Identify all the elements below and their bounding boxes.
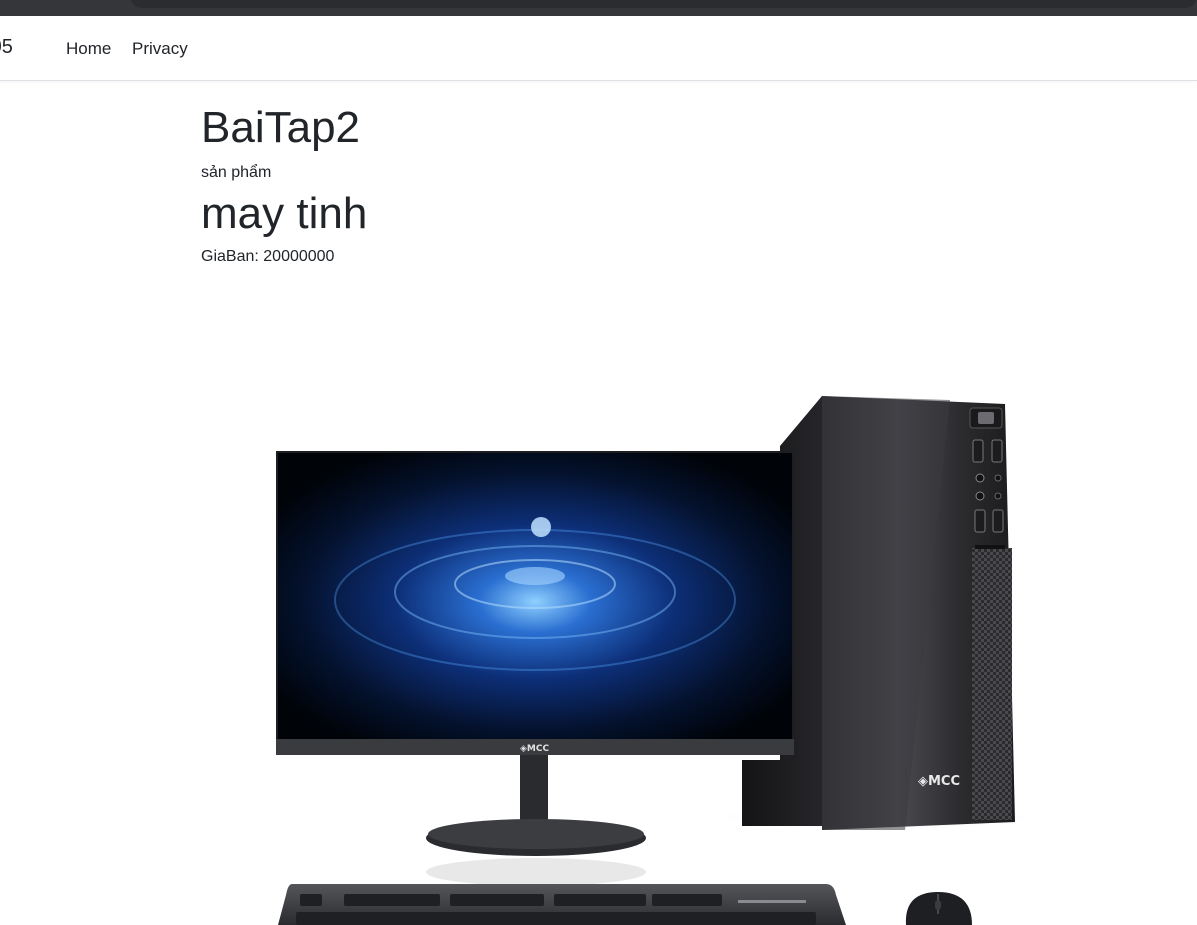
nav-link-privacy[interactable]: Privacy <box>132 39 188 59</box>
nav-link-home[interactable]: Home <box>66 39 111 59</box>
mouse <box>905 892 972 925</box>
pc-tower: ◈MCC <box>711 396 1041 830</box>
main-content: BaiTap2 sản phẩm may tinh GiaBan: 200000… <box>201 100 1101 268</box>
top-navbar: pt05 Home Privacy <box>0 16 1197 81</box>
case-brand-text: ◈MCC <box>918 774 960 789</box>
price-value: 20000000 <box>263 248 335 265</box>
page-title: BaiTap2 <box>201 103 361 152</box>
navbar-brand[interactable]: pt05 <box>0 36 13 59</box>
product-label: sản phẩm <box>201 164 272 181</box>
product-price: GiaBan: 20000000 <box>201 246 1101 268</box>
monitor: ◈MCC <box>276 451 794 886</box>
monitor-brand-text: ◈MCC <box>520 744 549 754</box>
browser-chrome <box>0 0 1197 16</box>
address-bar-edge[interactable] <box>130 0 1197 8</box>
price-label: GiaBan: <box>201 248 259 265</box>
keyboard <box>278 884 846 925</box>
product-name: may tinh <box>201 189 368 238</box>
